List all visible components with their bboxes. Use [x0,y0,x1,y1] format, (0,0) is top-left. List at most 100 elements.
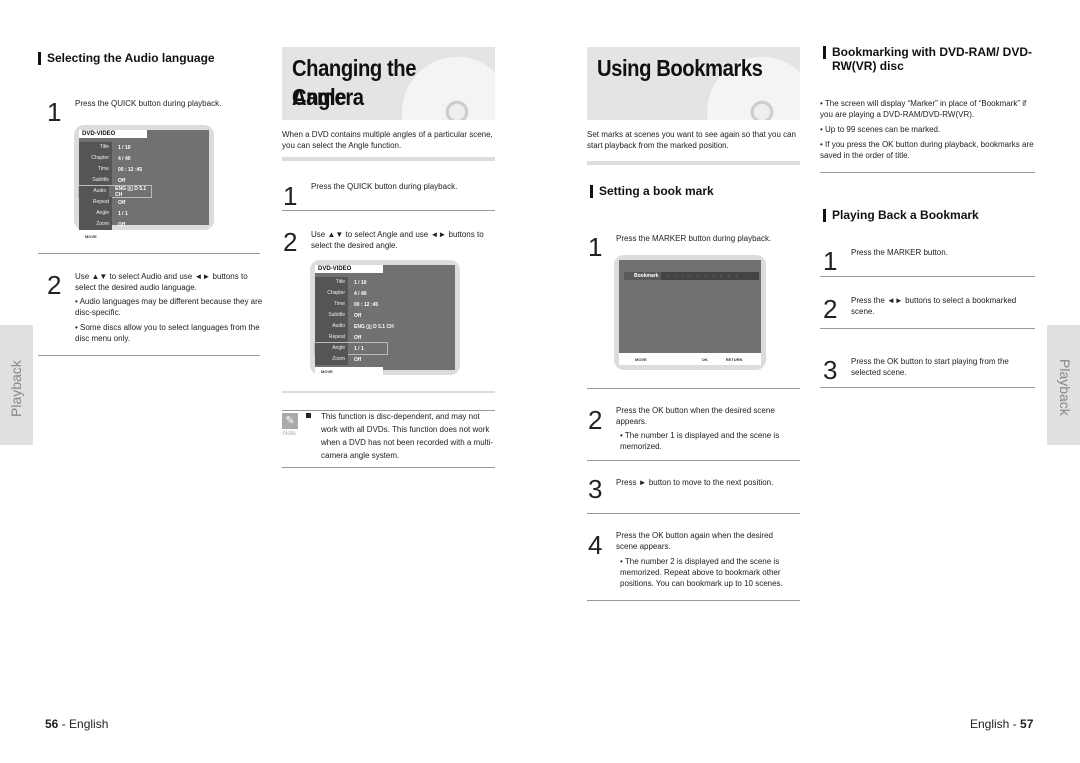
footer-sep: - [1009,717,1021,731]
divider [587,388,800,389]
osd-row-time[interactable]: Time 00 : 12 :45 [315,299,378,310]
osd-row-repeat[interactable]: Repeat Off [79,197,125,208]
step-number: 1 [823,246,838,276]
osd-row-value: 1 / 1 [118,210,128,217]
osd-row-title[interactable]: Title 1 / 10 [79,142,131,153]
osd-header: DVD-VIDEO [79,130,147,138]
note-text: This function is disc-dependent, and may… [321,412,494,460]
heading-text: Setting a book mark [599,184,714,198]
bullet: • Some discs allow you to select languag… [75,323,260,343]
side-tab-label: Playback [8,360,24,417]
intro-text: When a DVD contains multiple angles of a… [282,130,493,150]
bullet: • The number 1 is displayed and the scen… [620,431,780,451]
section-heading-playback: Playing Back a Bookmark [823,208,979,222]
osd-row-label: Chapter [315,288,348,299]
osd-footer-move: MOVE [635,356,647,362]
osd-footer-return: RETURN [725,356,743,362]
osd-row-value: 00 : 12 :45 [354,301,379,308]
osd-row-subtitle[interactable]: Subtitle Off [79,175,125,186]
osd-row-value: Off [354,312,362,319]
step-number: 2 [47,270,62,300]
side-tab-label: Playback [1057,359,1073,416]
page-number: 56 [45,717,59,731]
bullet: • The number 2 is displayed and the scen… [620,557,783,588]
osd-row-chapter[interactable]: Chapter 4 / 40 [315,288,367,299]
osd-row-value: Off [118,177,126,184]
heading-bar [590,185,593,198]
bookmark-slot: - [681,273,684,279]
intro-text: Set marks at scenes you want to see agai… [587,130,797,150]
step-number: 3 [823,355,838,385]
section-heading-audio: Selecting the Audio language [38,51,215,65]
page-footer-left: 56 - English [45,717,108,731]
osd-row-value: ENG ▯▯ D 5.1 CH [354,323,394,330]
bullet-square-icon [306,413,311,418]
manual-spread: Playback Selecting the Audio language 1 … [0,0,1080,763]
bullet: • Up to 99 scenes can be marked. [820,125,941,134]
bullet: • The screen will display “Marker” in pl… [820,99,1027,119]
osd-row-value: 4 / 40 [354,290,367,297]
osd-row-value: 00 : 12 :45 [118,166,143,173]
osd-row-chapter[interactable]: Chapter 4 / 40 [79,153,131,164]
osd-row-label: Angle [79,208,112,219]
step-text: Press the OK button when the desired sce… [616,406,775,426]
bookmark-slot: - [735,273,738,279]
step-text: Use ▲▼ to select Audio and use ◄► button… [75,272,248,292]
divider [820,328,1035,329]
heading-bar [823,209,826,222]
osd-row-time[interactable]: Time 00 : 12 :45 [79,164,142,175]
osd-row-value: 1 / 10 [354,279,367,286]
osd-row-repeat[interactable]: Repeat Off [315,332,361,343]
osd-row-angle[interactable]: Angle 1 / 1 [79,208,128,219]
bookmark-slot: - [666,273,669,279]
osd-row-audio[interactable]: Audio ENG ▯▯ D 5.1 CH [315,321,394,332]
step-number: 1 [47,97,62,127]
divider [282,467,495,468]
bookmark-slot: - [727,273,730,279]
step-number: 2 [823,294,838,324]
divider [282,157,495,161]
osd-row-label: Audio [315,321,348,332]
bookmark-slot: - [712,273,715,279]
page-title-line2: Angle [292,84,347,110]
osd-row-zoom[interactable]: Zoom Off [315,354,361,365]
step-number: 4 [588,530,603,560]
bookmark-slot: - [674,273,676,279]
title-banner-camera: Changing the Camera Angle [282,47,495,120]
page-footer-right: English - 57 [970,717,1033,731]
bullet: • Audio languages may be different becau… [75,297,263,317]
heading-text: Bookmarking with DVD-RAM/ DVD-RW(VR) dis… [832,45,1033,73]
divider [587,460,800,461]
osd-footer-ok: OK [701,356,708,362]
osd-row-value: 4 / 40 [118,155,131,162]
step-number: 3 [588,474,603,504]
footer-language: English [970,717,1010,731]
step-text: Press ► button to move to the next posit… [616,478,774,487]
step-number: 1 [588,232,603,262]
osd-row-zoom[interactable]: Zoom Off [79,219,125,230]
divider [587,161,800,165]
divider [38,355,260,356]
step-text: Press the MARKER button. [851,248,948,257]
footer-sep: - [58,717,70,731]
osd-row-value: Off [354,334,362,341]
page-number: 57 [1020,717,1034,731]
divider [282,391,495,393]
heading-bar [823,46,826,59]
pencil-note-icon: ✎ [282,413,298,429]
page-title: Using Bookmarks [597,55,763,81]
osd-row-audio[interactable]: Audio ENG ▯▯ D 5.1 CH [78,185,152,198]
bullet: • If you press the OK button during play… [820,140,1034,160]
side-tab-left: Playback [0,325,33,445]
divider [587,513,800,514]
osd-row-label: Time [315,299,348,310]
osd-row-label: Repeat [79,197,112,208]
heading-bar [38,52,41,65]
osd-row-title[interactable]: Title 1 / 10 [315,277,367,288]
osd-screenshot-audio: DVD-VIDEO Title 1 / 10 Chapter 4 / 40 Time 00 … [74,125,214,241]
osd-row-angle[interactable]: Angle 1 / 1 [314,342,388,355]
osd-row-subtitle[interactable]: Subtitle Off [315,310,361,321]
note-label: Note [283,431,296,437]
step-text: Press the OK button to start playing fro… [851,357,1009,377]
osd-row-label: Subtitle [315,310,348,321]
